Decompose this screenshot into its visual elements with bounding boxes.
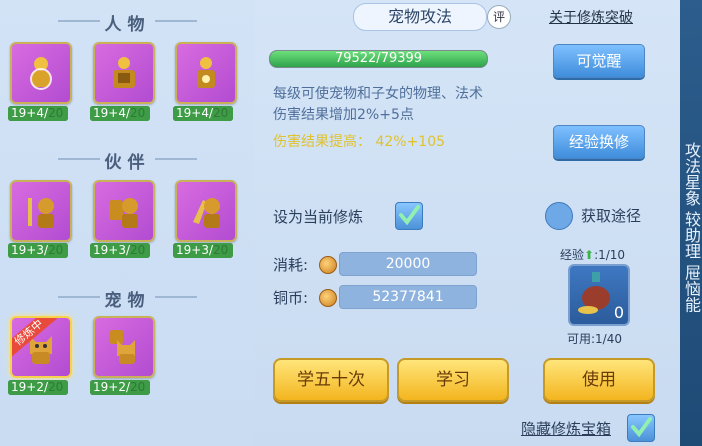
evaluate-button[interactable]: 评 xyxy=(487,5,511,29)
learn-fifty-button[interactable]: 学五十次 xyxy=(273,358,389,402)
skill-title: 宠物攻法 xyxy=(353,3,487,31)
use-button[interactable]: 使用 xyxy=(543,358,655,402)
partner-progress-3: 19+3/20 xyxy=(173,243,233,258)
side-tab-text: 攻法星象 较助理 屉恼能 xyxy=(682,141,701,313)
partner-progress-2: 19+3/20 xyxy=(90,243,150,258)
obtain-icon[interactable] xyxy=(545,202,573,230)
skill-slot-pet-defense[interactable] xyxy=(93,316,155,378)
cost-value: 20000 xyxy=(339,252,477,276)
exp-item-label: 经验⬆:1/10 xyxy=(560,248,626,262)
section-title-partner: 伙伴 xyxy=(0,148,255,173)
copper-value: 52377841 xyxy=(339,285,477,309)
exchange-experience-button[interactable]: 经验换修 xyxy=(553,125,645,159)
partner-magic-icon xyxy=(193,198,220,228)
skill-slot-partner-3[interactable] xyxy=(175,180,237,242)
about-breakthrough-link[interactable]: 关于修炼突破 xyxy=(549,7,633,27)
skill-slot-pet-attack[interactable]: 修炼中 xyxy=(10,316,72,378)
skill-slot-partner-2[interactable] xyxy=(93,180,155,242)
skill-description: 每级可使宠物和子女的物理、法术伤害结果增加2%+5点 xyxy=(273,86,483,123)
exp-item-slot[interactable]: 0 xyxy=(568,264,630,326)
experience-bar: 79522/79399 xyxy=(269,50,488,68)
skill-slot-character-3[interactable] xyxy=(175,42,237,104)
copper-coin-icon xyxy=(319,289,337,307)
cultivation-detail-panel: 宠物攻法 评 关于修炼突破 79522/79399 可觉醒 每级可使宠物和子女的… xyxy=(255,0,680,446)
partner-progress-1: 19+3/20 xyxy=(8,243,68,258)
section-title-pet: 宠物 xyxy=(0,286,255,311)
pet-defense-icon xyxy=(110,330,135,364)
character-progress-3: 19+4/20 xyxy=(173,106,233,121)
hide-box-checkbox[interactable] xyxy=(627,414,655,442)
skill-slot-partner-1[interactable] xyxy=(10,180,72,242)
cost-label: 消耗: xyxy=(273,256,309,274)
side-tab-strip[interactable]: 攻法星象 较助理 屉恼能 xyxy=(680,0,702,446)
cultivation-category-panel: 人物 伙伴 宠物 19+4/20 19+4/20 19+4/20 19+3/20… xyxy=(0,0,255,446)
coin-icon xyxy=(319,256,337,274)
hide-box-label: 隐藏修炼宝箱 xyxy=(521,420,612,438)
set-current-label: 设为当前修炼 xyxy=(273,208,364,226)
skill-slot-character-2[interactable] xyxy=(93,42,155,104)
learn-button[interactable]: 学习 xyxy=(397,358,509,402)
character-magic-icon xyxy=(197,57,215,88)
item-count: 0 xyxy=(613,303,624,322)
awaken-button[interactable]: 可觉醒 xyxy=(553,44,645,78)
partner-sword-icon xyxy=(28,198,54,228)
skill-slot-character-1[interactable] xyxy=(10,42,72,104)
checkmark-icon xyxy=(399,205,420,226)
set-current-checkbox[interactable] xyxy=(395,202,423,230)
character-attack-icon xyxy=(30,57,52,90)
experience-text: 79522/79399 xyxy=(334,51,423,66)
character-progress-2: 19+4/20 xyxy=(90,106,150,121)
copper-label: 铜币: xyxy=(273,289,309,307)
section-title-character: 人物 xyxy=(0,10,255,35)
up-arrow-icon: ⬆ xyxy=(584,248,595,262)
character-defense-icon xyxy=(113,57,135,88)
vase-icon xyxy=(578,272,610,314)
obtain-route-link[interactable]: 获取途径 xyxy=(581,205,641,226)
damage-increase-text: 伤害结果提高： 42%+105 xyxy=(273,134,446,150)
checkmark-icon xyxy=(631,417,652,438)
pet-progress-attack: 19+2/20 xyxy=(8,380,68,395)
usable-count: 可用:1/40 xyxy=(567,332,622,346)
pet-progress-defense: 19+2/20 xyxy=(90,380,150,395)
character-progress-1: 19+4/20 xyxy=(8,106,68,121)
partner-shield-icon xyxy=(109,198,138,228)
